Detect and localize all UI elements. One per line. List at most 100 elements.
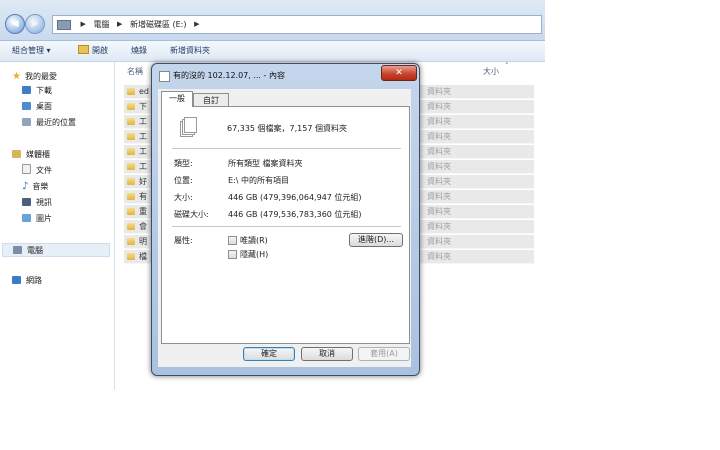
forward-button[interactable]: ▶ [25,14,45,34]
type-label: 類型: [174,159,193,168]
sidebar-item-favorites[interactable]: ★ 我的最愛 [12,70,57,84]
sidebar-item-computer[interactable]: 電腦 [2,243,110,257]
burn-button[interactable]: 燒錄 [131,41,147,61]
sidebar-item-music[interactable]: ♪ 音樂 [22,180,48,194]
general-panel: 67,335 個檔案，7,157 個資料夾 類型: 所有類型 檔案資料夾 位置:… [161,106,410,344]
row-name: 重 [139,207,147,216]
breadcrumb-computer[interactable]: 電腦 [93,16,109,33]
organize-button[interactable]: 組合管理 ▾ [12,41,51,61]
hidden-checkbox[interactable] [228,250,237,259]
chevron-right-icon: ▶ [80,20,86,28]
tab-custom[interactable]: 自訂 [193,93,229,107]
hidden-checkbox-label[interactable]: 隱藏(H) [240,249,268,260]
row-name: ed [139,87,149,96]
computer-icon [13,246,22,254]
row-name: 好 [139,177,147,186]
folder-icon [127,238,135,245]
chevron-right-icon: ▶ [117,20,123,28]
row-type: 資料夾 [427,177,451,186]
back-button[interactable]: ◀ [5,14,25,34]
sidebar-item-libraries[interactable]: 媒體櫃 [12,148,50,162]
sidebar-item-documents[interactable]: 文件 [22,164,52,178]
row-type: 資料夾 [427,192,451,201]
folder-icon [127,148,135,155]
folder-icon [127,208,135,215]
sidebar-item-label: 媒體櫃 [26,150,50,159]
row-name: 下 [139,102,147,111]
document-icon [22,164,31,174]
address-box[interactable]: ▶ 電腦 ▶ 新增磁碟區 (E:) ▶ [52,15,542,34]
folder-icon [127,103,135,110]
network-icon [12,276,21,284]
navigation-pane: ★我的最愛 下載 桌面 最近的位置 媒體櫃 文件 ♪音樂 視訊 圖片 電腦 [0,62,115,390]
row-name: 工 [139,147,147,156]
row-name: 有 [139,192,147,201]
open-label: 開啟 [92,46,108,55]
readonly-checkbox-label[interactable]: 唯讀(R) [240,235,268,246]
size-label: 大小: [174,193,193,202]
apply-button[interactable]: 套用(A) [358,347,410,361]
row-type: 資料夾 [427,237,451,246]
sidebar-item-label: 音樂 [32,182,49,191]
sidebar-item-label: 電腦 [27,246,43,255]
disk-size-value: 446 GB (479,536,783,360 位元組) [228,210,362,219]
row-type: 資料夾 [427,117,451,126]
sidebar-item-pictures[interactable]: 圖片 [22,212,52,226]
folder-icon [127,118,135,125]
cancel-button[interactable]: 取消 [301,347,353,361]
column-header-size[interactable]: 大小 [483,66,499,77]
attributes-label: 屬性: [174,236,193,245]
column-header-name[interactable]: 名稱 [127,66,143,77]
library-icon [12,150,21,158]
row-type: 資料夾 [427,102,451,111]
row-name: 工 [139,117,147,126]
row-type: 資料夾 [427,147,451,156]
folder-icon [127,88,135,95]
address-bar-area: ◀ ▶ ▶ 電腦 ▶ 新增磁碟區 (E:) ▶ [0,0,545,41]
new-folder-button[interactable]: 新增資料夾 [170,41,210,61]
folder-icon [127,223,135,230]
computer-drive-icon [57,19,71,30]
row-type: 資料夾 [427,87,451,96]
ok-button[interactable]: 確定 [243,347,295,361]
row-name: 會 [139,222,147,231]
location-label: 位置: [174,176,193,185]
sidebar-item-label: 桌面 [36,102,52,111]
sidebar-item-label: 文件 [36,166,52,175]
row-name: 工 [139,132,147,141]
multiple-files-icon [180,117,197,137]
row-type: 資料夾 [427,252,451,261]
disk-size-label: 磁碟大小: [174,210,209,219]
open-button[interactable]: 開啟 [78,41,108,61]
folder-icon [127,178,135,185]
sidebar-item-videos[interactable]: 視訊 [22,196,52,210]
folder-icon [127,193,135,200]
sidebar-item-label: 視訊 [36,198,52,207]
readonly-checkbox[interactable] [228,236,237,245]
sidebar-item-downloads[interactable]: 下載 [22,84,52,98]
sort-arrow-icon: ˄ [505,62,509,70]
star-icon: ★ [12,71,21,82]
sidebar-item-recent[interactable]: 最近的位置 [22,116,76,130]
dialog-body: 一般 自訂 67,335 個檔案，7,157 個資料夾 類型: 所有類型 檔案資… [158,89,411,367]
row-type: 資料夾 [427,222,451,231]
sidebar-item-label: 下載 [36,86,52,95]
row-name: 檔 [139,252,147,261]
open-icon [78,45,89,54]
tab-general[interactable]: 一般 [161,91,193,107]
location-value: E:\ 中的所有項目 [228,176,289,185]
breadcrumb-drive-e[interactable]: 新增磁碟區 (E:) [130,16,187,33]
size-value: 446 GB (479,396,064,947 位元組) [228,193,362,202]
music-icon: ♪ [22,181,29,192]
desktop-icon [22,102,31,110]
divider [172,148,401,149]
folder-icon [127,133,135,140]
sidebar-item-network[interactable]: 網路 [12,274,42,288]
close-button[interactable]: ✕ [381,65,417,81]
item-count-summary: 67,335 個檔案，7,157 個資料夾 [227,124,347,133]
row-name: 工 [139,162,147,171]
advanced-button[interactable]: 進階(D)... [349,233,403,247]
folder-icon [127,253,135,260]
sidebar-item-desktop[interactable]: 桌面 [22,100,52,114]
download-icon [22,86,31,94]
